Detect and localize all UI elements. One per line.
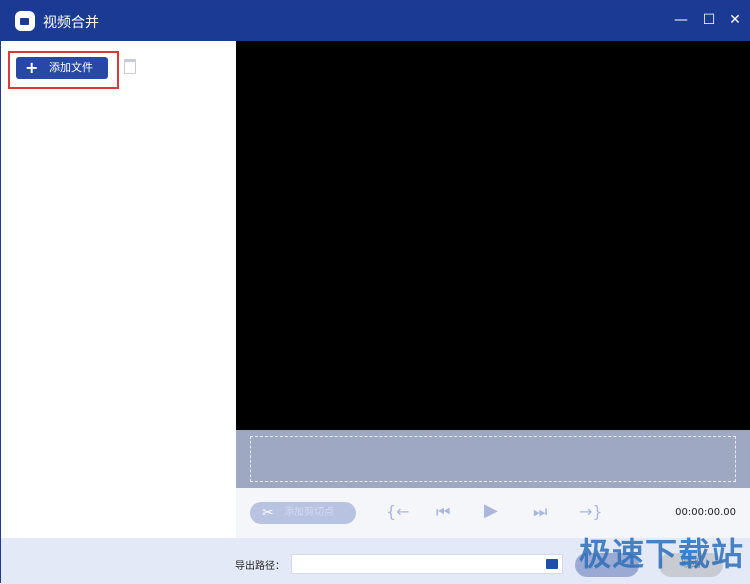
file-list-panel[interactable] [1, 41, 236, 538]
window-title: 视频合并 [43, 15, 99, 31]
export-path-input[interactable] [291, 554, 563, 574]
add-file-button[interactable]: + 添加文件 [16, 57, 108, 79]
add-file-label: 添加文件 [49, 61, 93, 74]
plus-icon: + [25, 58, 39, 77]
minimize-button[interactable]: — [669, 9, 693, 31]
timeline-drop-area[interactable] [250, 436, 736, 482]
mark-in-icon[interactable]: {← [386, 502, 410, 521]
maximize-button[interactable]: ☐ [697, 9, 721, 31]
next-frame-icon[interactable]: ⏭ [533, 502, 547, 522]
scissors-icon: ✂ [262, 505, 274, 521]
mark-out-icon[interactable]: →} [579, 502, 603, 521]
video-preview [236, 41, 750, 430]
title-bar: 视频合并 — ☐ ✕ [1, 1, 750, 41]
trash-icon[interactable] [124, 59, 136, 74]
window: 视频合并 — ☐ ✕ + 添加文件 ✂ 添加剪切点 {← ⏮ ▶ ⏭ →} 00… [0, 0, 750, 584]
cut-label: 添加剪切点 [284, 507, 334, 518]
timeline[interactable] [236, 430, 750, 488]
add-cut-point-button[interactable]: ✂ 添加剪切点 [250, 502, 356, 524]
app-logo-icon [15, 11, 35, 31]
export-path-label: 导出路径： [235, 561, 285, 572]
time-display: 00:00:00.00 [675, 507, 736, 518]
folder-icon[interactable] [546, 559, 558, 569]
play-icon[interactable]: ▶ [484, 500, 498, 521]
watermark: 极速下载站 [579, 535, 745, 573]
close-button[interactable]: ✕ [723, 9, 747, 31]
previous-frame-icon[interactable]: ⏮ [436, 502, 450, 522]
